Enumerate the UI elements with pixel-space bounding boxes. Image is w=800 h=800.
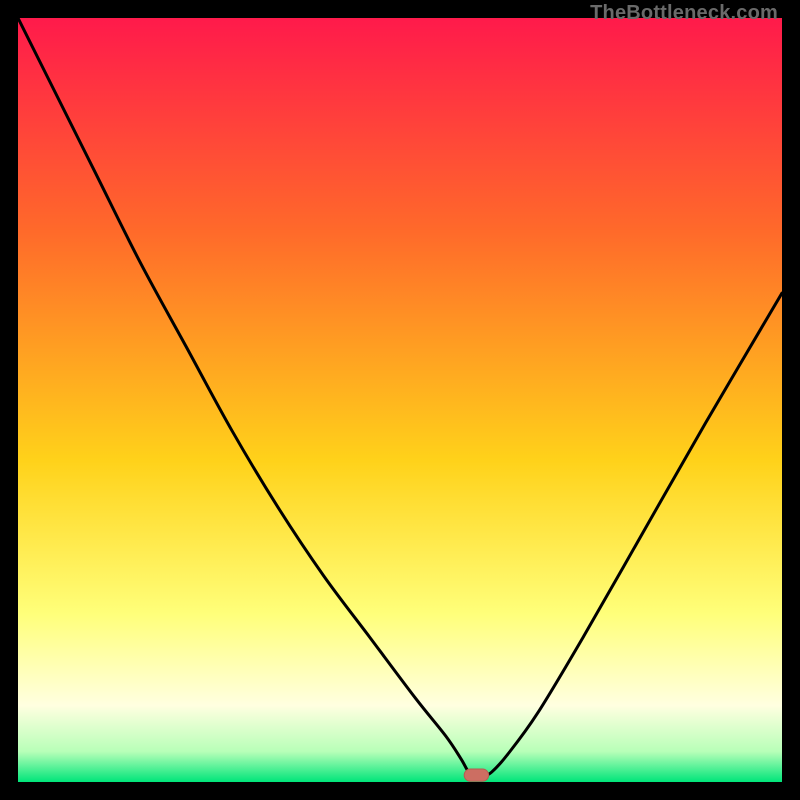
watermark-label: TheBottleneck.com — [590, 2, 778, 25]
optimal-marker — [464, 769, 488, 781]
bottleneck-chart — [18, 18, 782, 782]
gradient-background — [18, 18, 782, 782]
chart-frame — [18, 18, 782, 782]
